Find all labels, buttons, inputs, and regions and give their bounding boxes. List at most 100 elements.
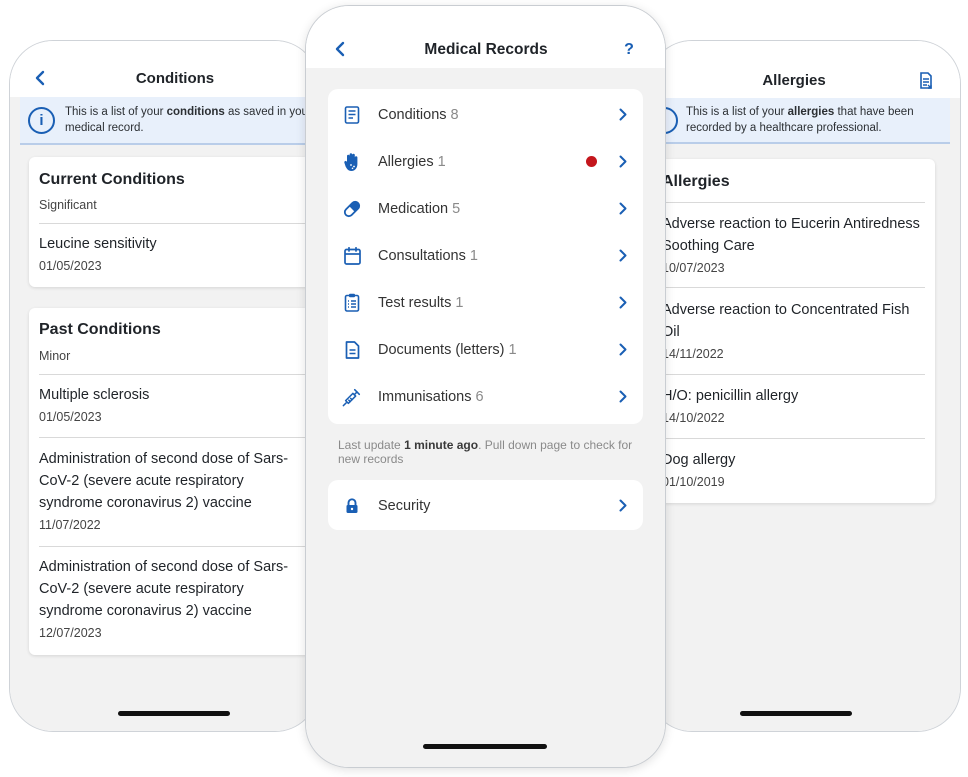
condition-title: Administration of second dose of Sars-Co… bbox=[39, 451, 289, 511]
menu-item-label: Allergies 1 bbox=[378, 154, 446, 170]
update-text-prefix: Last update bbox=[338, 438, 405, 452]
menu-item-count: 8 bbox=[450, 106, 459, 123]
section-heading: Allergies bbox=[662, 173, 730, 190]
section-subheading: Significant bbox=[39, 198, 97, 212]
menu-item-label: Medication 5 bbox=[378, 201, 460, 217]
chevron-right-icon bbox=[617, 342, 629, 358]
section-heading: Current Conditions bbox=[39, 171, 185, 188]
syringe-icon bbox=[342, 387, 362, 407]
allergy-title: Adverse reaction to Concentrated Fish Oi… bbox=[662, 302, 910, 340]
condition-title: Administration of second dose of Sars-Co… bbox=[39, 559, 289, 619]
condition-date: 01/05/2023 bbox=[39, 259, 102, 273]
home-indicator[interactable] bbox=[423, 744, 547, 749]
document-list-icon bbox=[342, 105, 362, 125]
menu-item-documents[interactable]: Documents (letters) 1 bbox=[328, 326, 643, 373]
divider bbox=[39, 223, 318, 224]
home-indicator[interactable] bbox=[118, 711, 230, 716]
page-title: Allergies bbox=[762, 72, 826, 89]
conditions-screen: Conditions i This is a list of your cond… bbox=[9, 40, 319, 732]
chevron-left-icon bbox=[35, 70, 45, 86]
clipboard-icon bbox=[342, 293, 362, 313]
list-item[interactable]: Administration of second dose of Sars-Co… bbox=[39, 556, 307, 640]
menu-item-test-results[interactable]: Test results 1 bbox=[328, 279, 643, 326]
list-item[interactable]: Dog allergy 01/10/2019 bbox=[662, 449, 924, 489]
menu-item-text: Test results bbox=[378, 294, 452, 311]
help-icon: ? bbox=[624, 41, 634, 58]
menu-item-count: 1 bbox=[508, 341, 517, 358]
menu-item-label: Immunisations 6 bbox=[378, 389, 484, 405]
menu-item-label: Conditions 8 bbox=[378, 107, 459, 123]
list-item[interactable]: Leucine sensitivity 01/05/2023 bbox=[39, 233, 309, 273]
divider bbox=[662, 287, 925, 288]
menu-item-conditions[interactable]: Conditions 8 bbox=[328, 91, 643, 138]
help-button[interactable]: ? bbox=[618, 39, 640, 61]
info-icon: i bbox=[28, 106, 55, 134]
menu-item-allergies[interactable]: Allergies 1 bbox=[328, 138, 643, 185]
chevron-right-icon bbox=[617, 201, 629, 217]
allergy-title: Dog allergy bbox=[662, 452, 736, 468]
chevron-right-icon bbox=[617, 107, 629, 123]
list-item[interactable]: Adverse reaction to Concentrated Fish Oi… bbox=[662, 299, 924, 361]
records-menu: Conditions 8 Allergies 1 Medication 5 Co… bbox=[328, 89, 643, 424]
page-title: Conditions bbox=[135, 70, 215, 87]
calendar-icon bbox=[342, 246, 362, 266]
menu-item-text: Allergies bbox=[378, 153, 434, 170]
section-heading: Past Conditions bbox=[39, 321, 161, 338]
back-button[interactable] bbox=[30, 67, 50, 89]
chevron-right-icon bbox=[617, 154, 629, 170]
allergy-hand-icon bbox=[342, 152, 362, 172]
menu-item-security[interactable]: Security bbox=[328, 482, 643, 529]
allergies-screen: Allergies i This is a list of your aller… bbox=[648, 40, 961, 732]
allergy-date: 14/10/2022 bbox=[662, 411, 725, 425]
alert-dot bbox=[586, 156, 597, 167]
info-banner-text: This is a list of your allergies that ha… bbox=[686, 104, 936, 136]
list-item[interactable]: Multiple sclerosis 01/05/2023 bbox=[39, 384, 309, 424]
menu-item-text: Conditions bbox=[378, 106, 447, 123]
divider bbox=[39, 546, 318, 547]
export-document-button[interactable] bbox=[917, 70, 935, 90]
chevron-right-icon bbox=[617, 295, 629, 311]
menu-item-label: Security bbox=[378, 497, 431, 514]
condition-date: 11/07/2022 bbox=[39, 518, 101, 532]
menu-item-label: Documents (letters) 1 bbox=[378, 342, 517, 358]
conditions-header: Conditions bbox=[10, 41, 318, 97]
document-icon bbox=[342, 340, 362, 360]
page-title: Medical Records bbox=[424, 41, 548, 58]
chevron-right-icon bbox=[617, 498, 629, 514]
info-banner: i This is a list of your conditions as s… bbox=[20, 97, 318, 145]
menu-item-text: Medication bbox=[378, 200, 449, 217]
menu-item-count: 1 bbox=[469, 247, 478, 264]
allergy-title: Adverse reaction to Eucerin Antiredness … bbox=[662, 216, 920, 254]
last-update-note: Last update 1 minute ago. Pull down page… bbox=[338, 438, 634, 466]
allergy-date: 01/10/2019 bbox=[662, 475, 725, 489]
allergy-title: H/O: penicillin allergy bbox=[662, 388, 799, 404]
menu-item-label: Test results 1 bbox=[378, 295, 463, 311]
menu-item-count: 6 bbox=[475, 388, 484, 405]
menu-item-medication[interactable]: Medication 5 bbox=[328, 185, 643, 232]
menu-item-count: 1 bbox=[455, 294, 464, 311]
security-card: Security bbox=[328, 480, 643, 530]
update-text-bold: 1 minute ago bbox=[404, 438, 479, 452]
condition-title: Multiple sclerosis bbox=[39, 387, 150, 403]
menu-item-count: 1 bbox=[437, 153, 446, 170]
menu-item-immunisations[interactable]: Immunisations 6 bbox=[328, 373, 643, 420]
pill-icon bbox=[342, 199, 362, 219]
divider bbox=[662, 438, 925, 439]
current-conditions-card: Current Conditions Significant Leucine s… bbox=[29, 157, 318, 287]
back-button[interactable] bbox=[330, 38, 350, 60]
condition-date: 12/07/2023 bbox=[39, 626, 102, 640]
list-item[interactable]: Adverse reaction to Eucerin Antiredness … bbox=[662, 213, 924, 275]
home-indicator[interactable] bbox=[740, 711, 852, 716]
menu-item-text: Consultations bbox=[378, 247, 466, 264]
chevron-right-icon bbox=[617, 389, 629, 405]
banner-text-bold: allergies bbox=[787, 106, 835, 118]
allergy-date: 10/07/2023 bbox=[662, 261, 725, 275]
allergies-card: Allergies Adverse reaction to Eucerin An… bbox=[649, 159, 935, 503]
allergy-date: 14/11/2022 bbox=[662, 347, 724, 361]
list-item[interactable]: Administration of second dose of Sars-Co… bbox=[39, 448, 307, 532]
banner-text-bold: conditions bbox=[166, 106, 225, 118]
document-export-icon bbox=[920, 71, 932, 89]
menu-item-consultations[interactable]: Consultations 1 bbox=[328, 232, 643, 279]
list-item[interactable]: H/O: penicillin allergy 14/10/2022 bbox=[662, 385, 924, 425]
info-banner: i This is a list of your allergies that … bbox=[649, 98, 950, 144]
